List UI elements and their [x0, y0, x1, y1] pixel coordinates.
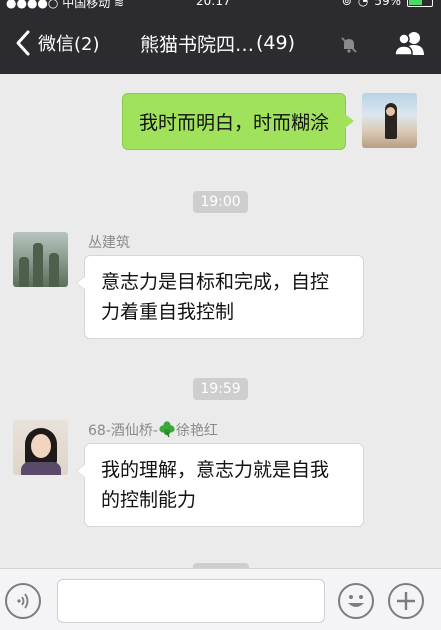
back-label: 微信(2) [38, 34, 100, 55]
voice-icon [17, 593, 29, 609]
mute-icon [341, 37, 357, 53]
message-input[interactable] [57, 579, 325, 623]
avatar-self[interactable] [362, 93, 417, 148]
chat-area[interactable]: 我时而明白，时而糊涂 19:00 丛建筑 意志力是目标和完成，自控力着重自我控制… [0, 74, 441, 568]
message-self[interactable]: 我时而明白，时而糊涂 [121, 93, 355, 150]
clover-icon [159, 421, 175, 438]
avatar-sender[interactable] [13, 420, 68, 475]
chat-title: 熊猫书院四… (49) [140, 12, 295, 74]
lock-rotation-icon: ⊚ [341, 0, 352, 8]
plus-icon [397, 592, 415, 610]
nav-bar: 微信(2) 熊猫书院四… (49) [0, 12, 441, 74]
alarm-icon: ◔ [357, 0, 369, 8]
timestamp: 19:59 [0, 378, 441, 400]
status-bar: ●●●●○ 中国移动 ≋ 20:17 ⊚ ◔ 59% [0, 0, 441, 12]
emoji-icon [348, 595, 364, 607]
sender-name: 68-酒仙桥- 徐艳红 [88, 420, 218, 440]
sender-name: 丛建筑 [88, 235, 130, 251]
timestamp: 19:00 [0, 191, 441, 213]
message-bubble[interactable]: 我时而明白，时而糊涂 [121, 93, 355, 150]
group-name: 熊猫书院四… [140, 33, 255, 56]
battery-icon [407, 0, 433, 7]
message-bubble[interactable]: 意志力是目标和完成，自控力着重自我控制 [76, 255, 364, 339]
avatar-sender[interactable] [13, 232, 68, 287]
back-button[interactable]: 微信(2) [12, 12, 100, 74]
carrier: ●●●●○ 中国移动 ≋ [6, 0, 124, 11]
status-right: ⊚ ◔ 59% [342, 0, 433, 8]
status-time: 20:17 [196, 0, 231, 8]
battery-percent: 59% [374, 0, 401, 8]
voice-button[interactable] [5, 583, 41, 619]
back-chevron-icon [16, 30, 30, 56]
plus-button[interactable] [388, 583, 424, 619]
message-bubble[interactable]: 我的理解，意志力就是自我的控制能力 [76, 443, 364, 527]
group-members-icon[interactable] [393, 30, 427, 56]
member-count: (49) [256, 32, 296, 54]
emoji-button[interactable] [338, 583, 374, 619]
wifi-icon: ≋ [114, 0, 125, 10]
input-bar [0, 568, 441, 630]
